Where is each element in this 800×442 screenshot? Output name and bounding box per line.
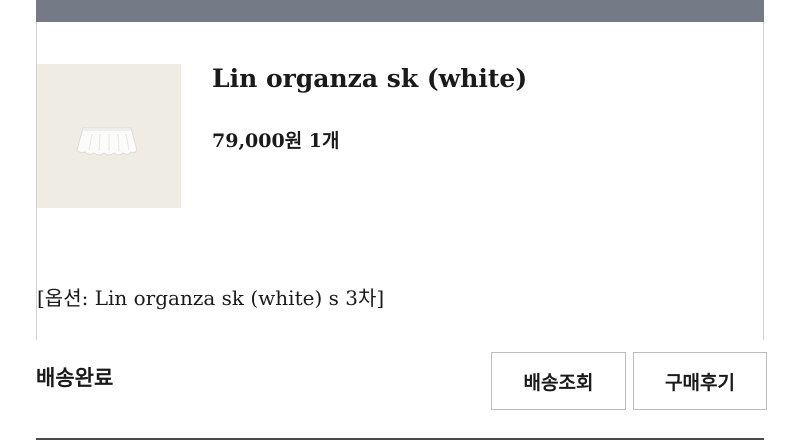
delivery-status: 배송완료 bbox=[36, 366, 114, 390]
option-text: [옵션: Lin organza sk (white) s 3차] bbox=[37, 286, 385, 310]
product-name[interactable]: Lin organza sk (white) bbox=[212, 64, 527, 93]
review-button[interactable]: 구매후기 bbox=[633, 352, 767, 410]
order-page: Lin organza sk (white) 79,000원 1개 [옵션: L… bbox=[0, 0, 800, 442]
card-border bbox=[763, 22, 764, 340]
header-bar bbox=[36, 0, 764, 22]
product-thumbnail[interactable] bbox=[37, 64, 181, 208]
price-quantity: 79,000원 1개 bbox=[212, 130, 340, 152]
skirt-icon bbox=[76, 127, 138, 156]
divider bbox=[36, 438, 764, 440]
tracking-button[interactable]: 배송조회 bbox=[491, 352, 626, 410]
